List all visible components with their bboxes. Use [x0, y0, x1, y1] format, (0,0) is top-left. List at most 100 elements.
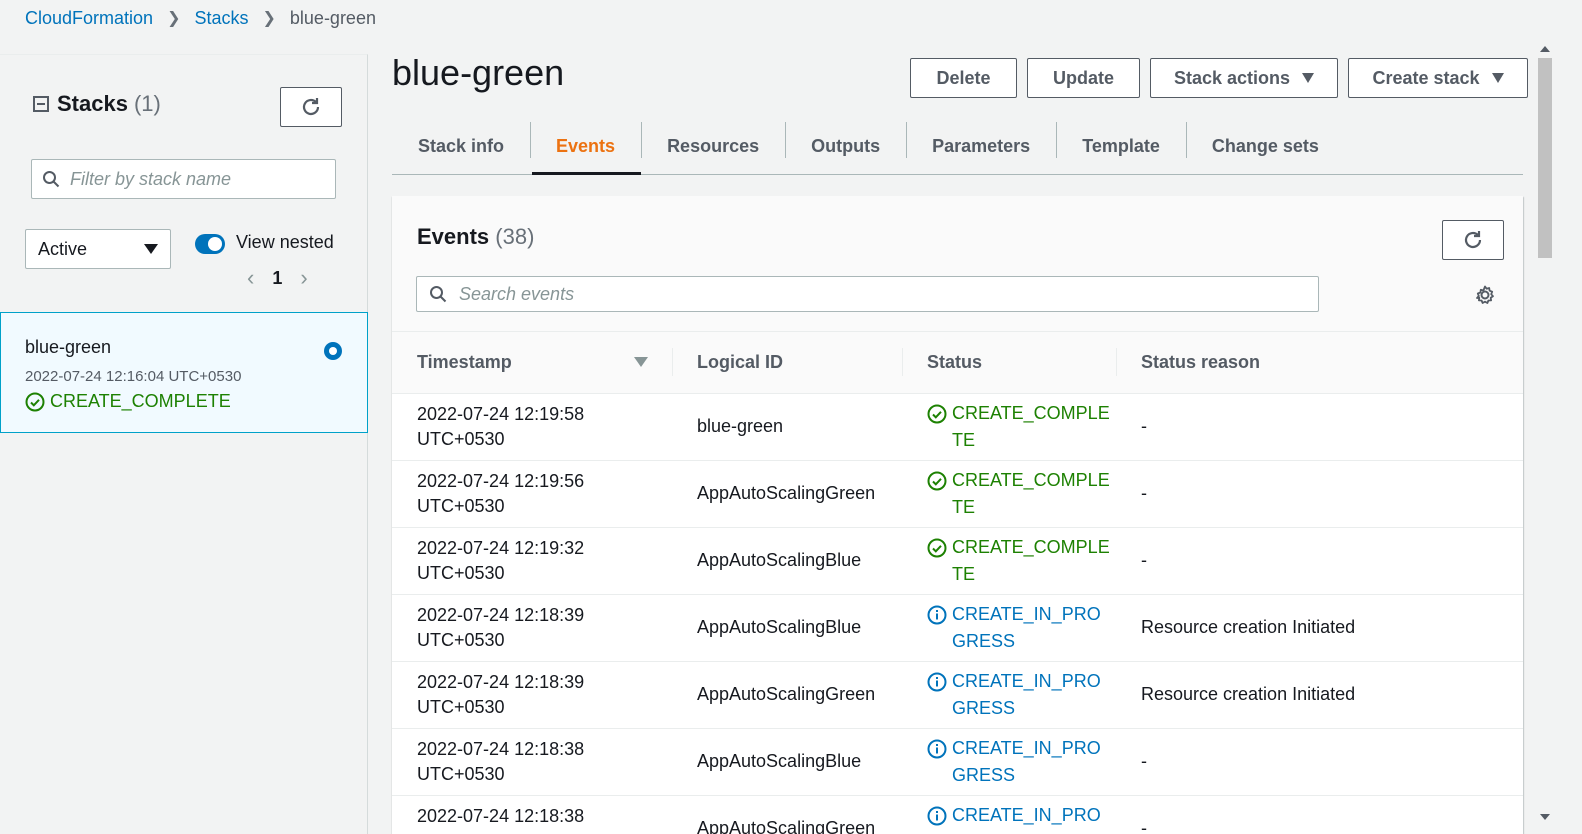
status-text-line: TE — [952, 429, 976, 450]
create-stack-button[interactable]: Create stack — [1348, 58, 1528, 98]
stack-actions-button[interactable]: Stack actions — [1150, 58, 1338, 98]
info-circle-icon — [927, 672, 947, 691]
status-text-line: CREATE_COMPLE — [952, 536, 1110, 557]
stack-created-time: 2022-07-24 12:16:04 UTC+0530 — [25, 368, 242, 385]
status-text: CREATE_IN_PRO GRESS — [952, 735, 1101, 789]
event-status: CREATE_COMPLE TE — [902, 393, 1116, 461]
scroll-up-icon[interactable] — [1540, 46, 1550, 52]
status-indicator: CREATE_IN_PRO GRESS — [927, 668, 1116, 722]
caret-down-icon — [1302, 73, 1315, 83]
check-circle-icon — [25, 392, 45, 411]
event-status-reason: - — [1116, 795, 1523, 834]
status-filter-select[interactable]: Active — [25, 229, 171, 269]
status-text-line: GRESS — [952, 630, 1016, 651]
delete-button[interactable]: Delete — [910, 58, 1017, 98]
event-status-reason: - — [1116, 393, 1523, 461]
timestamp-zone: UTC+0530 — [417, 763, 505, 784]
event-logical-id: AppAutoScalingBlue — [672, 728, 902, 796]
check-circle-icon — [927, 538, 947, 557]
tab-parameters[interactable]: Parameters — [906, 118, 1056, 174]
events-title-text: Events — [417, 224, 490, 249]
breadcrumb: CloudFormation ❯ Stacks ❯ blue-green — [25, 7, 376, 29]
tab-template[interactable]: Template — [1056, 118, 1186, 174]
timestamp-zone: UTC+0530 — [417, 562, 505, 583]
stack-filter-input[interactable] — [70, 168, 320, 190]
status-text-line: GRESS — [952, 697, 1016, 718]
timestamp-zone: UTC+0530 — [417, 696, 505, 717]
timestamp-date: 2022-07-24 12:18:39 — [417, 671, 585, 692]
stack-list-item[interactable]: blue-green 2022-07-24 12:16:04 UTC+0530 … — [0, 312, 368, 433]
events-table: Timestamp Logical ID Status Status reaso… — [392, 332, 1523, 834]
status-text-line: CREATE_COMPLE — [952, 469, 1110, 490]
timestamp-date: 2022-07-24 12:18:39 — [417, 604, 585, 625]
chevron-left-icon[interactable]: ‹ — [247, 265, 254, 291]
event-logical-id: AppAutoScalingBlue — [672, 527, 902, 595]
table-row: 2022-07-24 12:18:38 UTC+0530 AppAutoScalin… — [392, 728, 1523, 796]
status-filter-value: Active — [38, 238, 88, 259]
stacks-refresh-button[interactable] — [280, 87, 342, 127]
check-circle-icon — [927, 404, 947, 423]
status-text-line: CREATE_IN_PRO — [952, 603, 1101, 624]
column-header-status-reason: Status reason — [1116, 332, 1523, 394]
event-timestamp: 2022-07-24 12:19:58 UTC+0530 — [392, 393, 672, 461]
status-text: CREATE_IN_PRO GRESS — [952, 668, 1101, 722]
refresh-icon — [302, 98, 320, 116]
table-row: 2022-07-24 12:19:56 UTC+0530 AppAutoScalin… — [392, 460, 1523, 528]
status-text-line: TE — [952, 563, 976, 584]
status-text-line: GRESS — [952, 764, 1016, 785]
search-icon — [430, 286, 447, 303]
status-text-line: GRESS — [952, 829, 1101, 834]
event-timestamp: 2022-07-24 12:19:56 UTC+0530 — [392, 460, 672, 528]
timestamp-zone: UTC+0530 — [417, 495, 505, 516]
events-search-field — [416, 276, 1319, 312]
event-timestamp: 2022-07-24 12:18:38 UTC+0530 — [392, 795, 672, 834]
gear-icon[interactable] — [1474, 284, 1496, 306]
event-status-reason: Resource creation Initiated — [1116, 661, 1523, 729]
event-logical-id: AppAutoScalingGreen — [672, 460, 902, 528]
view-nested-toggle[interactable] — [195, 234, 225, 254]
scrollbar-thumb[interactable] — [1538, 58, 1552, 258]
event-timestamp: 2022-07-24 12:19:32 UTC+0530 — [392, 527, 672, 595]
tab-events[interactable]: Events — [530, 118, 642, 175]
info-circle-icon — [927, 605, 947, 624]
timestamp-zone: UTC+0530 — [417, 829, 672, 834]
table-row: 2022-07-24 12:19:58 UTC+0530 blue-green CRE… — [392, 393, 1523, 461]
page-number[interactable]: 1 — [272, 268, 282, 289]
page-scrollbar[interactable] — [1536, 44, 1554, 834]
tab-change-sets[interactable]: Change sets — [1185, 118, 1345, 174]
stack-select-radio[interactable] — [324, 342, 342, 360]
tab-outputs[interactable]: Outputs — [785, 118, 906, 174]
breadcrumb-cloudformation[interactable]: CloudFormation — [25, 8, 153, 29]
stack-name: blue-green — [25, 337, 112, 357]
status-indicator: CREATE_COMPLE TE — [927, 534, 1116, 588]
event-logical-id: AppAutoScalingGreen — [672, 661, 902, 729]
stacks-header: Stacks (1) — [33, 91, 161, 117]
status-text: CREATE_COMPLE TE — [952, 400, 1110, 454]
update-button[interactable]: Update — [1027, 58, 1140, 98]
status-indicator: CREATE_IN_PRO GRESS — [927, 735, 1116, 789]
timestamp-date: 2022-07-24 12:19:56 — [417, 470, 585, 491]
breadcrumb-stacks[interactable]: Stacks — [194, 8, 248, 29]
sort-caret-down-icon[interactable] — [634, 357, 648, 367]
timestamp-date: 2022-07-24 12:19:58 — [417, 403, 585, 424]
event-timestamp: 2022-07-24 12:18:39 UTC+0530 — [392, 594, 672, 662]
stack-status: CREATE_COMPLETE — [25, 391, 343, 412]
scroll-down-icon[interactable] — [1540, 814, 1550, 820]
tab-stack-info[interactable]: Stack info — [392, 118, 530, 174]
event-status: CREATE_IN_PRO GRESS — [902, 728, 1116, 796]
status-text: CREATE_IN_PRO GRESS — [952, 601, 1101, 655]
stacks-panel: Stacks (1) Active View nested ‹ 1 › blue… — [0, 54, 368, 834]
caret-down-icon — [144, 244, 158, 254]
refresh-icon — [1464, 231, 1482, 249]
chevron-right-icon[interactable]: › — [300, 265, 307, 291]
event-status: CREATE_IN_PRO GRESS — [902, 594, 1116, 662]
status-text-line: CREATE_IN_PRO — [952, 670, 1101, 691]
status-text-line: CREATE_IN_PRO — [952, 804, 1101, 825]
collapse-icon[interactable] — [33, 96, 49, 112]
tab-resources[interactable]: Resources — [641, 118, 785, 174]
column-header-timestamp[interactable]: Timestamp — [392, 332, 672, 394]
events-refresh-button[interactable] — [1442, 220, 1504, 260]
event-logical-id: blue-green — [672, 393, 902, 461]
status-indicator: CREATE_COMPLE TE — [927, 400, 1116, 454]
events-search-input[interactable] — [459, 283, 1279, 305]
